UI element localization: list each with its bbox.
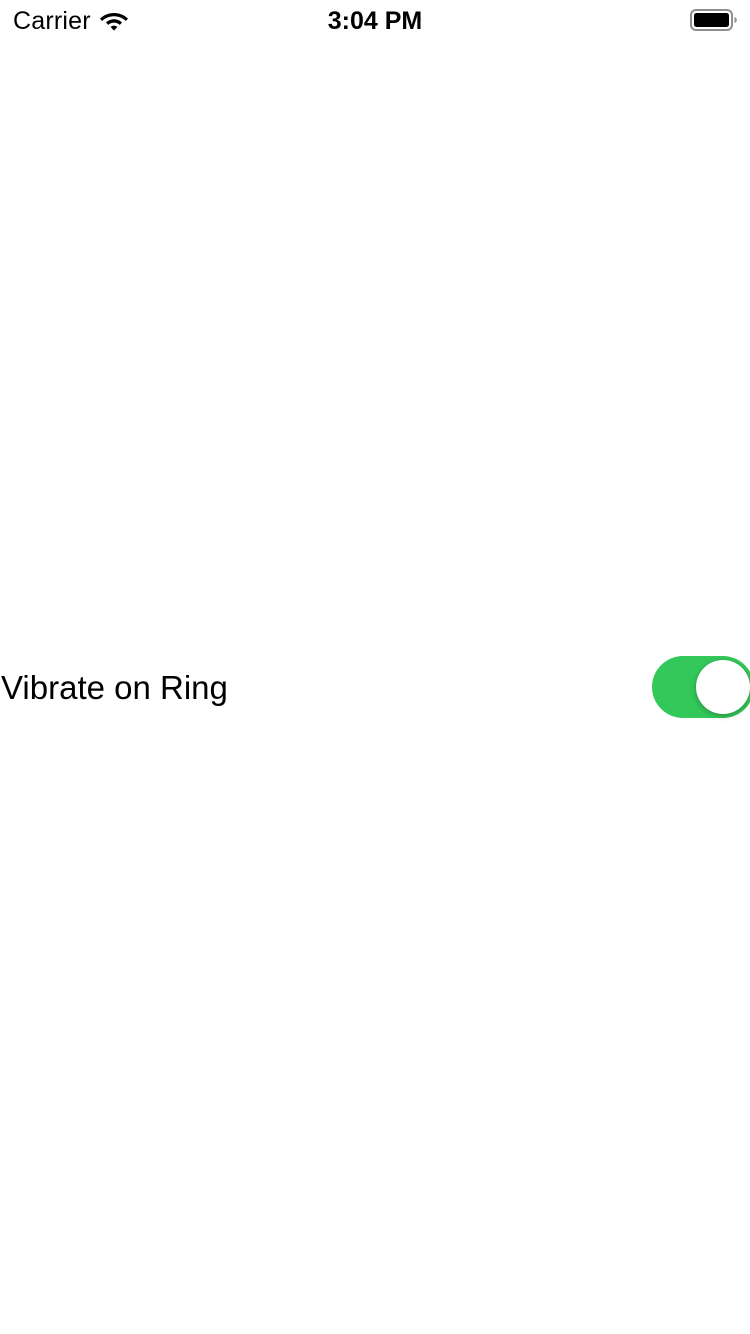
app-screen: Carrier 3:04 PM Vibrate on Ring	[0, 0, 750, 1334]
vibrate-on-ring-toggle[interactable]	[652, 656, 750, 718]
battery-full-icon	[690, 9, 737, 31]
status-bar: Carrier 3:04 PM	[0, 0, 750, 40]
status-time: 3:04 PM	[327, 7, 423, 35]
toggle-knob	[696, 660, 750, 714]
setting-row-vibrate-on-ring: Vibrate on Ring	[0, 650, 750, 724]
vibrate-on-ring-label: Vibrate on Ring	[1, 669, 228, 706]
